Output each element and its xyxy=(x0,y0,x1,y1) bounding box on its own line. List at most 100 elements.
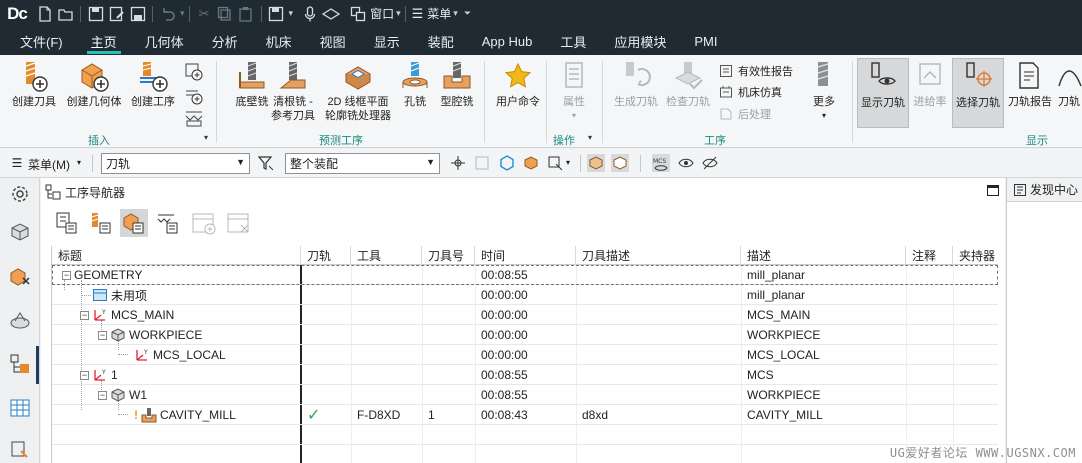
feedrate-button[interactable]: 进给率 xyxy=(910,58,950,128)
tab-app-hub[interactable]: App Hub xyxy=(468,27,547,55)
toolpath-button[interactable]: 刀轨 xyxy=(1054,58,1082,128)
cavity-mill-button[interactable]: 型腔铣 xyxy=(436,58,478,128)
collapse-icon[interactable]: − xyxy=(98,330,107,340)
hexagon-icon[interactable] xyxy=(498,154,516,172)
window-switch-icon[interactable] xyxy=(347,3,368,24)
window-menu[interactable]: 窗口 xyxy=(370,5,394,22)
scope-select[interactable]: 整个装配 ▼ xyxy=(285,153,440,174)
box-select-icon[interactable] xyxy=(587,154,605,172)
generate-toolpath-button[interactable]: 生成刀轨 xyxy=(608,58,664,128)
hamburger-icon[interactable]: ☰ xyxy=(8,154,26,172)
column-header-notes[interactable]: 注释 xyxy=(906,246,953,265)
undo-icon[interactable] xyxy=(157,3,178,24)
assembly-navigator-icon[interactable] xyxy=(6,262,34,290)
chevron-down-icon[interactable]: ▾ xyxy=(572,109,576,123)
tab-assembly[interactable]: 装配 xyxy=(414,27,468,55)
collapse-icon[interactable]: − xyxy=(62,270,71,280)
collapse-icon[interactable]: − xyxy=(98,390,107,400)
column-header-title[interactable]: 标题 xyxy=(52,246,301,265)
save-icon[interactable] xyxy=(85,3,106,24)
table-row[interactable]: − WORKPIECE 00:00:00 WORKPIECE xyxy=(52,325,998,345)
column-header-description[interactable]: 描述 xyxy=(741,246,906,265)
remove-column-icon[interactable] xyxy=(225,209,253,237)
paste-icon[interactable] xyxy=(236,3,257,24)
select-body-icon[interactable] xyxy=(522,154,540,172)
chevron-down-icon[interactable]: ▾ xyxy=(289,8,294,19)
customize-toolbar-icon[interactable]: ⏷ xyxy=(464,8,471,19)
tab-machine[interactable]: 机床 xyxy=(252,27,306,55)
tab-geometry[interactable]: 几何体 xyxy=(131,27,198,55)
new-file-icon[interactable] xyxy=(34,3,55,24)
table-icon[interactable] xyxy=(6,394,34,422)
machining-method-view-icon[interactable] xyxy=(154,209,182,237)
save-edit-icon[interactable] xyxy=(106,3,127,24)
create-method-icon[interactable] xyxy=(183,85,205,107)
create-tool-button[interactable]: 创建刀具 xyxy=(6,58,62,128)
menu-button[interactable]: 菜单 xyxy=(427,5,451,22)
machine-navigator-icon[interactable] xyxy=(6,306,34,334)
machine-tool-view-icon[interactable] xyxy=(87,209,115,237)
tab-analysis[interactable]: 分析 xyxy=(198,27,252,55)
tab-view[interactable]: 视图 xyxy=(306,27,360,55)
table-row[interactable]: − Y MCS_MAIN 00:00:00 MCS_MAIN xyxy=(52,305,998,325)
chevron-down-icon[interactable]: ▾ xyxy=(453,8,458,19)
eye-icon[interactable] xyxy=(677,154,695,172)
part-navigator-icon[interactable] xyxy=(6,218,34,246)
show-toolpath-button[interactable]: 显示刀轨 xyxy=(857,58,909,128)
save-all-icon[interactable] xyxy=(127,3,148,24)
discovery-center-tab[interactable]: 发现中心 xyxy=(1007,178,1082,202)
hamburger-icon[interactable]: ☰ xyxy=(412,6,424,22)
box-select-alt-icon[interactable] xyxy=(611,154,629,172)
group-expand-icon[interactable]: ▾ xyxy=(588,133,592,142)
menu-dropdown[interactable]: 菜单(M) xyxy=(28,156,70,173)
snap-point-icon[interactable] xyxy=(449,154,467,172)
chevron-down-icon[interactable]: ▾ xyxy=(77,158,81,167)
select-component-icon[interactable] xyxy=(546,154,564,172)
create-geometry-button[interactable]: 创建几何体 xyxy=(64,58,124,128)
validity-report-button[interactable]: 有效性报告 xyxy=(718,61,793,81)
select-toolpath-button[interactable]: 选择刀轨 xyxy=(952,58,1004,128)
table-row[interactable]: − Y 1 00:08:55 MCS xyxy=(52,365,998,385)
table-row[interactable]: Y MCS_LOCAL 00:00:00 MCS_LOCAL xyxy=(52,345,998,365)
verify-toolpath-button[interactable]: 检查刀轨 xyxy=(660,58,716,128)
open-file-icon[interactable] xyxy=(55,3,76,24)
tab-display[interactable]: 显示 xyxy=(360,27,414,55)
planar-profile-button[interactable]: 2D 线框平面 轮廓铣处理器 xyxy=(322,58,394,128)
hide-icon[interactable] xyxy=(701,154,719,172)
column-header-time[interactable]: 时间 xyxy=(475,246,576,265)
filter-icon[interactable] xyxy=(257,154,275,172)
table-row[interactable]: − W1 00:08:55 WORKPIECE xyxy=(52,385,998,405)
chevron-down-icon[interactable]: ▾ xyxy=(822,109,826,123)
tab-pmi[interactable]: PMI xyxy=(680,27,731,55)
rest-mill-button[interactable]: 清根铣 - 参考刀具 xyxy=(266,58,320,128)
properties-button[interactable]: 属性 ▾ xyxy=(548,58,600,128)
add-column-icon[interactable] xyxy=(190,209,218,237)
column-header-holder[interactable]: 夹持器 xyxy=(953,246,998,265)
select-feature-icon[interactable] xyxy=(473,154,491,172)
tab-file[interactable]: 文件(F) xyxy=(0,27,77,55)
command-finder-icon[interactable] xyxy=(320,3,341,24)
save-dropdown-icon[interactable] xyxy=(266,3,287,24)
gear-icon[interactable] xyxy=(6,180,34,208)
collapse-icon[interactable]: − xyxy=(80,310,89,320)
post-process-button[interactable]: 后处理 xyxy=(718,104,771,124)
app-logo[interactable]: Dc xyxy=(0,0,34,27)
user-command-button[interactable]: 用户命令 xyxy=(490,58,546,128)
copy-icon[interactable] xyxy=(215,3,236,24)
type-filter-select[interactable]: 刀轨 ▼ xyxy=(101,153,250,174)
table-row[interactable]: ! CAVITY_MILL ✓ F-D8XD 1 00:08:43 d8xd C… xyxy=(52,405,998,425)
column-header-tool[interactable]: 工具 xyxy=(351,246,422,265)
column-header-toolpath[interactable]: 刀轨 xyxy=(301,246,351,265)
machine-sim-button[interactable]: 机床仿真 xyxy=(718,82,782,102)
mcs-icon[interactable]: MCS xyxy=(652,154,670,172)
program-order-view-icon[interactable] xyxy=(53,209,81,237)
create-program-icon[interactable] xyxy=(183,61,205,83)
maximize-icon[interactable] xyxy=(987,185,999,196)
tab-tools[interactable]: 工具 xyxy=(546,27,600,55)
geometry-view-icon[interactable] xyxy=(120,209,148,237)
tab-application[interactable]: 应用模块 xyxy=(600,27,680,55)
table-row[interactable]: 未用项 00:00:00 mill_planar xyxy=(52,285,998,305)
microphone-icon[interactable] xyxy=(299,3,320,24)
toolpath-report-button[interactable]: 刀轨报告 xyxy=(1006,58,1054,128)
create-operation-button[interactable]: 创建工序 xyxy=(126,58,180,128)
